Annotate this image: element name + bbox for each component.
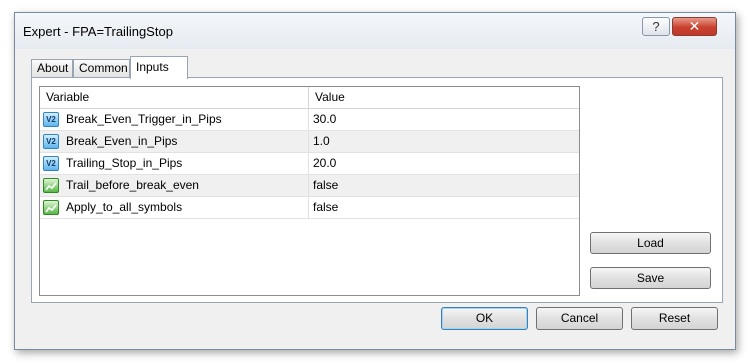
tab-about[interactable]: About bbox=[31, 59, 73, 77]
variable-cell[interactable]: Apply_to_all_symbols bbox=[40, 197, 309, 218]
variable-name: Trailing_Stop_in_Pips bbox=[66, 156, 183, 170]
boolean-value-icon bbox=[43, 200, 59, 215]
table-row[interactable]: V2 Break_Even_in_Pips 1.0 bbox=[40, 131, 579, 153]
close-button[interactable]: ✕ bbox=[672, 17, 717, 36]
variable-cell[interactable]: V2 Trailing_Stop_in_Pips bbox=[40, 153, 309, 174]
variable-cell[interactable]: Trail_before_break_even bbox=[40, 175, 309, 196]
numeric-value-icon: V2 bbox=[43, 134, 59, 149]
save-button[interactable]: Save bbox=[590, 267, 711, 289]
variable-name: Break_Even_in_Pips bbox=[66, 134, 178, 148]
inputs-grid: Variable Value V2 Break_Even_Trigger_in_… bbox=[39, 86, 580, 296]
reset-button[interactable]: Reset bbox=[631, 307, 718, 330]
tab-inputs[interactable]: Inputs bbox=[130, 56, 188, 79]
value-cell[interactable]: false bbox=[309, 175, 579, 196]
variable-name: Apply_to_all_symbols bbox=[66, 200, 183, 214]
table-row[interactable]: Apply_to_all_symbols false bbox=[40, 197, 579, 219]
ok-button[interactable]: OK bbox=[441, 307, 528, 330]
expert-dialog: Expert - FPA=TrailingStop ? ✕ About Comm… bbox=[14, 12, 736, 350]
title-bar[interactable]: Expert - FPA=TrailingStop ? ✕ bbox=[15, 13, 735, 49]
column-header-value[interactable]: Value bbox=[309, 87, 579, 108]
help-button[interactable]: ? bbox=[642, 17, 670, 36]
grid-header: Variable Value bbox=[40, 87, 579, 109]
variable-cell[interactable]: V2 Break_Even_Trigger_in_Pips bbox=[40, 109, 309, 130]
table-row[interactable]: V2 Trailing_Stop_in_Pips 20.0 bbox=[40, 153, 579, 175]
column-header-variable[interactable]: Variable bbox=[40, 87, 309, 108]
load-button[interactable]: Load bbox=[590, 232, 711, 254]
numeric-value-icon: V2 bbox=[43, 156, 59, 171]
cancel-button[interactable]: Cancel bbox=[536, 307, 623, 330]
table-row[interactable]: Trail_before_break_even false bbox=[40, 175, 579, 197]
boolean-value-icon bbox=[43, 178, 59, 193]
variable-cell[interactable]: V2 Break_Even_in_Pips bbox=[40, 131, 309, 152]
variable-name: Break_Even_Trigger_in_Pips bbox=[66, 112, 222, 126]
variable-name: Trail_before_break_even bbox=[66, 178, 199, 192]
boolean-value-icon-graphic bbox=[45, 204, 57, 213]
value-cell[interactable]: 1.0 bbox=[309, 131, 579, 152]
value-cell[interactable]: 30.0 bbox=[309, 109, 579, 130]
question-mark-icon: ? bbox=[652, 19, 660, 34]
close-icon: ✕ bbox=[688, 18, 701, 34]
numeric-value-icon: V2 bbox=[43, 112, 59, 127]
value-cell[interactable]: false bbox=[309, 197, 579, 218]
boolean-value-icon-graphic bbox=[45, 182, 57, 191]
value-cell[interactable]: 20.0 bbox=[309, 153, 579, 174]
window-title: Expert - FPA=TrailingStop bbox=[23, 24, 173, 39]
table-row[interactable]: V2 Break_Even_Trigger_in_Pips 30.0 bbox=[40, 109, 579, 131]
tab-common[interactable]: Common bbox=[73, 59, 130, 77]
